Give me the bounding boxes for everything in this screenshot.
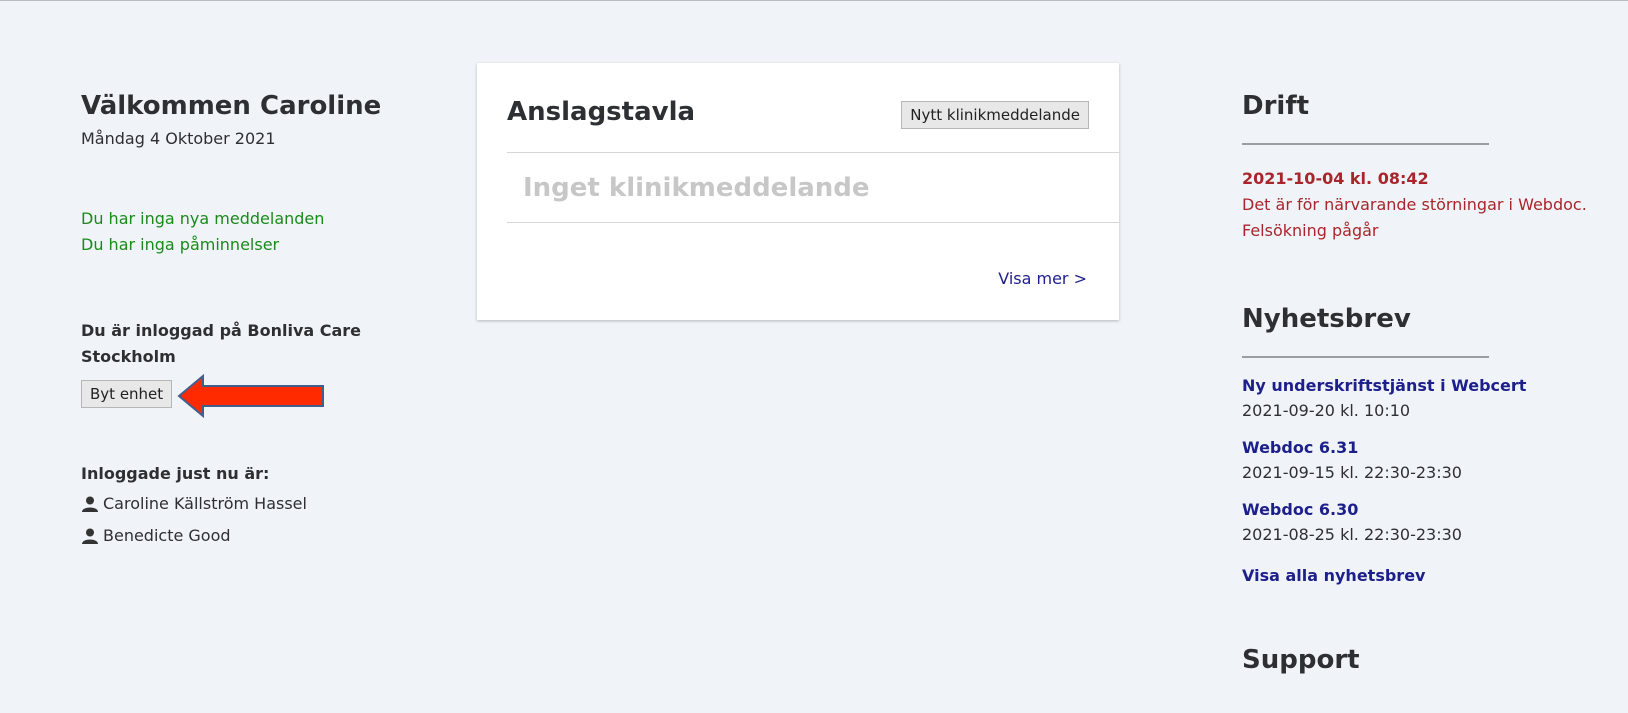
user-icon (82, 528, 98, 544)
info-column: Drift 2021-10-04 kl. 08:42 Det är för nä… (1242, 91, 1622, 675)
newsletter-section: Nyhetsbrev Ny underskriftstjänst i Webce… (1242, 304, 1622, 585)
current-date: Måndag 4 Oktober 2021 (81, 129, 276, 148)
newsletter-title: Nyhetsbrev (1242, 304, 1411, 334)
divider (1242, 356, 1489, 358)
bulletin-board: Anslagstavla Nytt klinikmeddelande Inget… (477, 63, 1119, 320)
newsletter-date: 2021-08-25 kl. 22:30-23:30 (1242, 525, 1462, 544)
support-section: Support (1242, 645, 1622, 675)
newsletter-item: Webdoc 6.30 2021-08-25 kl. 22:30-23:30 (1242, 500, 1622, 544)
show-more-link[interactable]: Visa mer > (998, 269, 1087, 288)
newsletter-date: 2021-09-20 kl. 10:10 (1242, 401, 1411, 420)
online-users: Inloggade just nu är: Caroline Källström… (81, 464, 411, 547)
newsletter-link[interactable]: Ny underskriftstjänst i Webcert (1242, 376, 1622, 395)
red-arrow-icon (177, 374, 324, 418)
online-user-name: Caroline Källström Hassel (103, 494, 307, 513)
divider (1242, 143, 1489, 145)
new-clinic-message-button[interactable]: Nytt klinikmeddelande (901, 101, 1089, 129)
online-users-title: Inloggade just nu är: (81, 464, 270, 483)
divider (507, 152, 1119, 153)
notices: Du har inga nya meddelanden Du har inga … (81, 206, 411, 258)
reminders-notice: Du har inga påminnelser (81, 235, 280, 254)
newsletter-date: 2021-09-15 kl. 22:30-23:30 (1242, 463, 1462, 482)
online-user-name: Benedicte Good (103, 526, 231, 545)
welcome-panel: Välkommen Caroline Måndag 4 Oktober 2021… (81, 91, 411, 547)
newsletter-item: Ny underskriftstjänst i Webcert 2021-09-… (1242, 376, 1622, 420)
switch-unit-row: Byt enhet (81, 374, 411, 418)
support-title: Support (1242, 645, 1360, 675)
drift-date: 2021-10-04 kl. 08:42 (1242, 169, 1429, 188)
drift-message: Det är för närvarande störningar i Webdo… (1242, 195, 1587, 240)
drift-title: Drift (1242, 91, 1310, 121)
user-icon (82, 496, 98, 512)
newsletter-link[interactable]: Webdoc 6.31 (1242, 438, 1622, 457)
messages-notice: Du har inga nya meddelanden (81, 209, 325, 228)
logged-in-unit: Du är inloggad på Bonliva Care Stockholm (81, 321, 362, 366)
divider (507, 222, 1119, 223)
show-all-newsletters-link[interactable]: Visa alla nyhetsbrev (1242, 566, 1622, 585)
drift-section: Drift 2021-10-04 kl. 08:42 Det är för nä… (1242, 91, 1622, 244)
switch-unit-button[interactable]: Byt enhet (81, 380, 173, 408)
newsletter-link[interactable]: Webdoc 6.30 (1242, 500, 1622, 519)
welcome-heading: Välkommen Caroline (81, 91, 382, 121)
empty-bulletin-text: Inget klinikmeddelande (523, 173, 870, 203)
online-user: Caroline Källström Hassel (81, 493, 411, 515)
newsletter-item: Webdoc 6.31 2021-09-15 kl. 22:30-23:30 (1242, 438, 1622, 482)
bulletin-title: Anslagstavla (507, 97, 696, 127)
online-user: Benedicte Good (81, 525, 411, 547)
